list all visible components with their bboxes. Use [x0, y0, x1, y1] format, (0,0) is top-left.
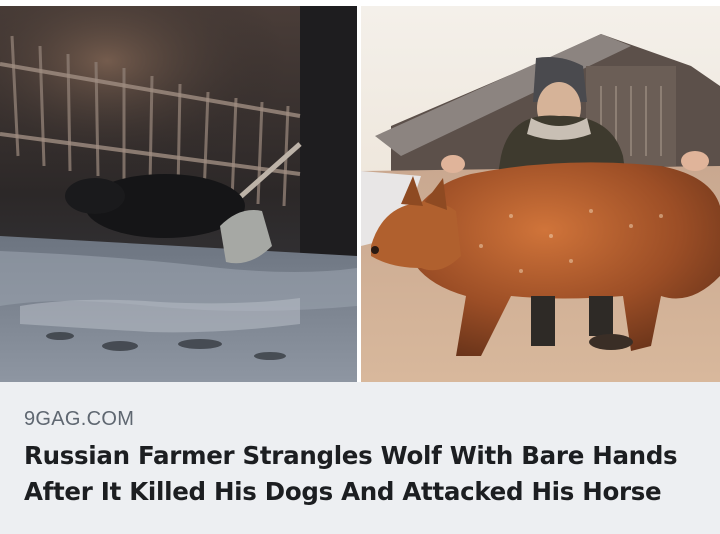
man-with-wolf-photo	[361, 6, 720, 382]
preview-image-collage[interactable]	[0, 6, 720, 382]
source-domain: 9GAG.COM	[24, 408, 135, 430]
cctv-night-photo	[0, 6, 357, 382]
link-preview-card[interactable]: 9GAG.COM Russian Farmer Strangles Wolf W…	[0, 0, 720, 534]
article-headline[interactable]: Russian Farmer Strangles Wolf With Bare …	[24, 438, 696, 510]
link-preview-footer[interactable]: 9GAG.COM Russian Farmer Strangles Wolf W…	[0, 382, 720, 534]
